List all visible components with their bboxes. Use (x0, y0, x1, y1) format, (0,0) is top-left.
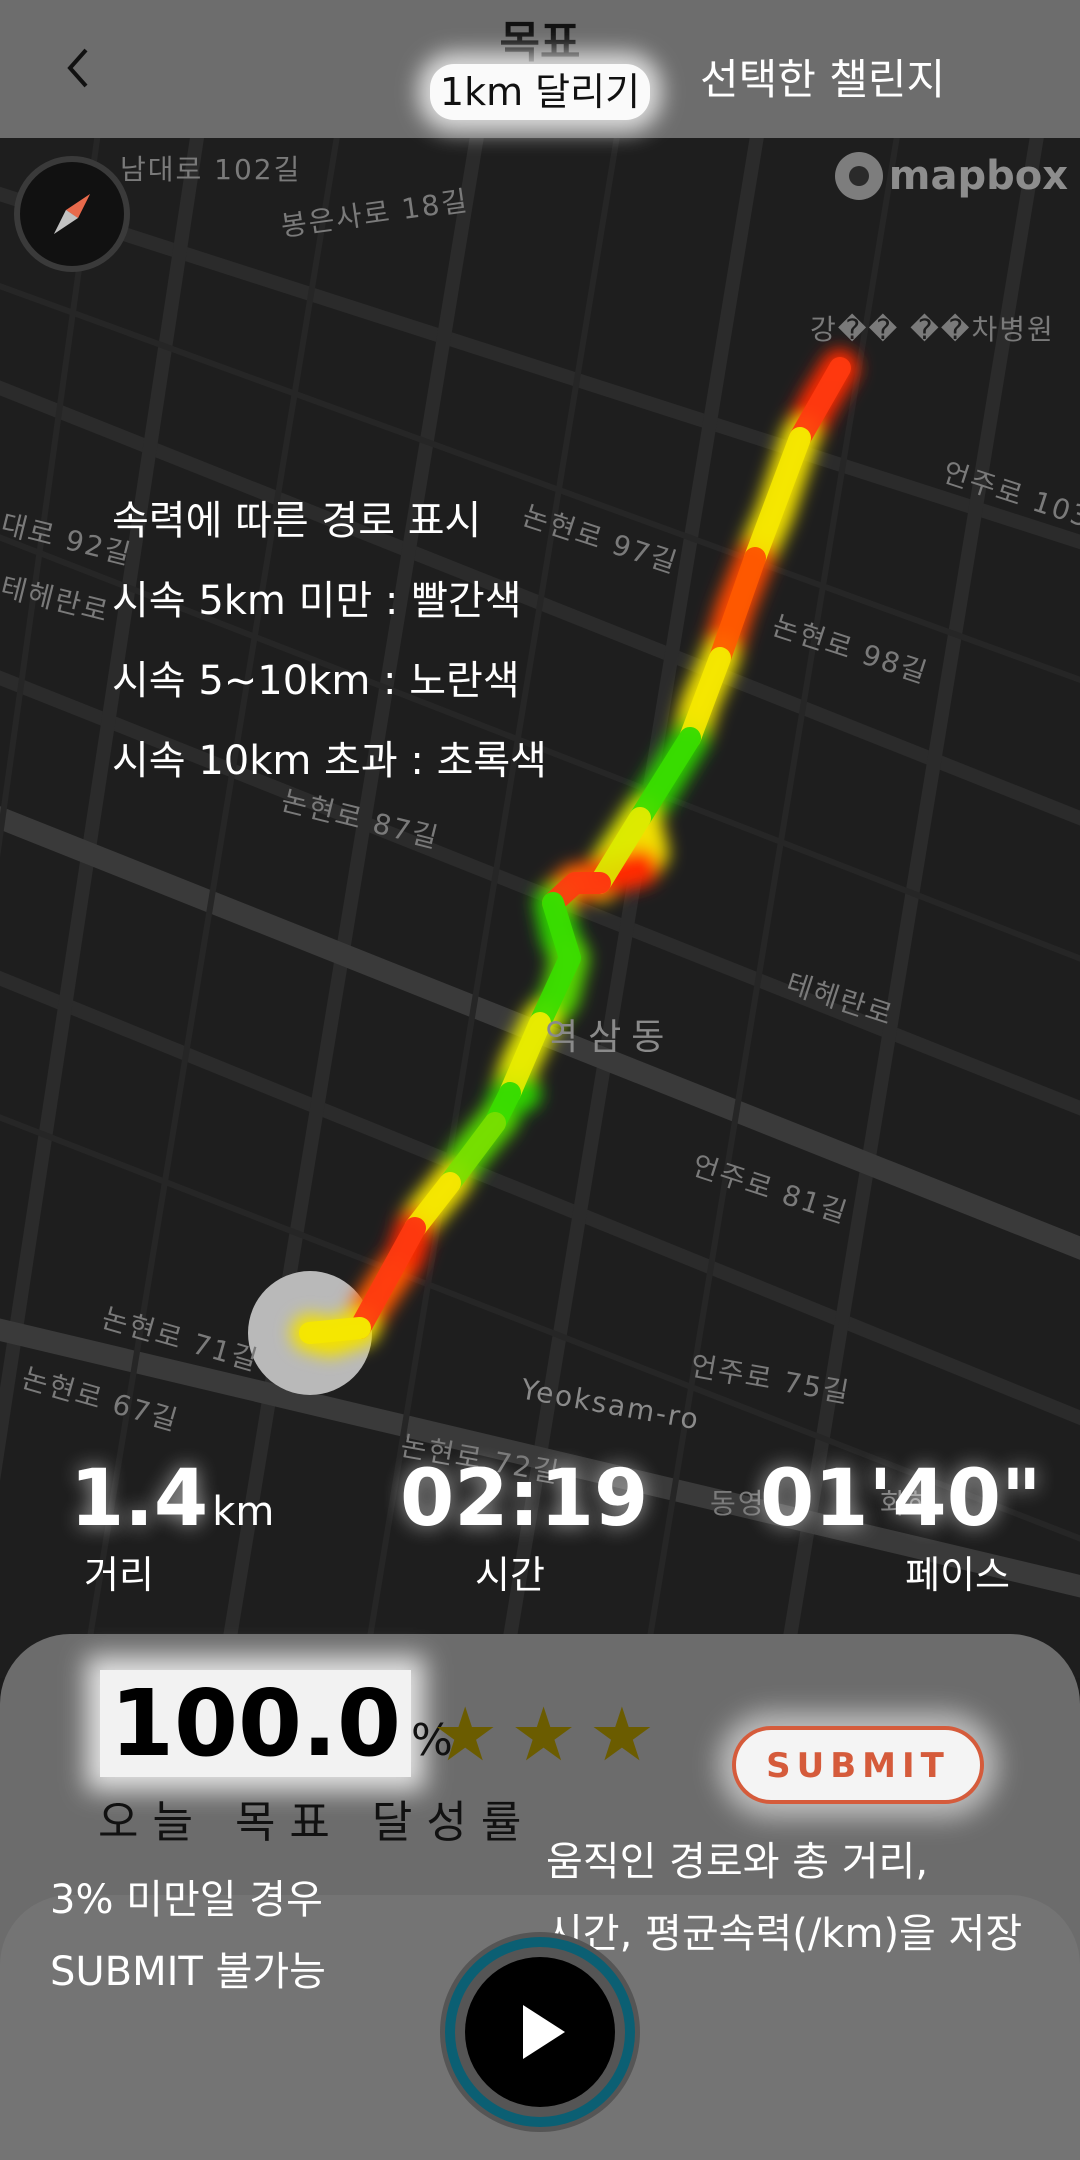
pace-value: 01'40" (760, 1454, 1042, 1544)
map-label: 남대로 102길 (120, 153, 302, 186)
time-stat: 02:19 시간 (400, 1454, 649, 1599)
map-label: 강�� ��차병원 (810, 313, 1055, 346)
submit-condition-note: 3% 미만일 경우 SUBMIT 불가능 (50, 1877, 326, 1995)
top-bar: 목표 1km 달리기 선택한 챌린지 (0, 0, 1080, 138)
submit-save-note: 움직인 경로와 총 거리, 시간, 평균속력(/km)을 저장 (546, 1839, 1023, 1957)
speed-legend: 속력에 따른 경로 표시 시속 5km 미만 : 빨간색 시속 5~10km :… (112, 488, 547, 808)
pace-stat: 01'40" 페이스 (760, 1454, 1042, 1599)
submit-button[interactable]: SUBMIT (732, 1726, 984, 1804)
selected-challenge-link[interactable]: 선택한 챌린지 (700, 46, 945, 107)
play-button[interactable] (440, 1932, 640, 2132)
distance-value: 1.4 (70, 1454, 209, 1544)
legend-green: 시속 10km 초과 : 초록색 (112, 738, 547, 784)
back-button[interactable] (50, 38, 110, 98)
achievement-percent: 100.0 (100, 1670, 412, 1777)
goal-rate-label: 오늘 목표 달성률 (98, 1797, 536, 1848)
star-icon: ★ (432, 1692, 499, 1778)
map-streets (0, 138, 1080, 1678)
goal-subtitle: 1km 달리기 (430, 64, 650, 120)
map-label: 역삼동 (545, 1017, 675, 1058)
pace-label: 페이스 (905, 1553, 1010, 1597)
legend-yellow: 시속 5~10km : 노란색 (112, 658, 520, 704)
star-icon: ★ (510, 1692, 577, 1778)
goal-title: 목표 (499, 17, 581, 68)
star-icon: ★ (588, 1692, 656, 1778)
compass-button[interactable] (14, 156, 130, 272)
distance-stat: 1.4 km 거리 (70, 1454, 290, 1599)
map-label: 동영 (710, 1487, 766, 1520)
legend-title: 속력에 따른 경로 표시 (112, 498, 482, 544)
time-value: 02:19 (400, 1454, 649, 1544)
chevron-left-icon (67, 48, 88, 88)
map-view[interactable]: 남대로 102길 봉은사로 18길 강�� ��차병원 논현로 97길 논현로 … (0, 138, 1080, 1678)
star-rating: ★ ★ ★ (432, 1692, 655, 1778)
time-label: 시간 (475, 1553, 545, 1597)
mapbox-attribution[interactable]: mapbox (834, 152, 1068, 200)
distance-unit: km (212, 1489, 275, 1535)
distance-label: 거리 (84, 1553, 154, 1597)
legend-red: 시속 5km 미만 : 빨간색 (112, 578, 522, 624)
play-icon (523, 2005, 565, 2059)
achievement-rate: 100.0% (100, 1670, 453, 1777)
mapbox-logo-icon (834, 152, 883, 200)
compass-icon (54, 194, 90, 234)
